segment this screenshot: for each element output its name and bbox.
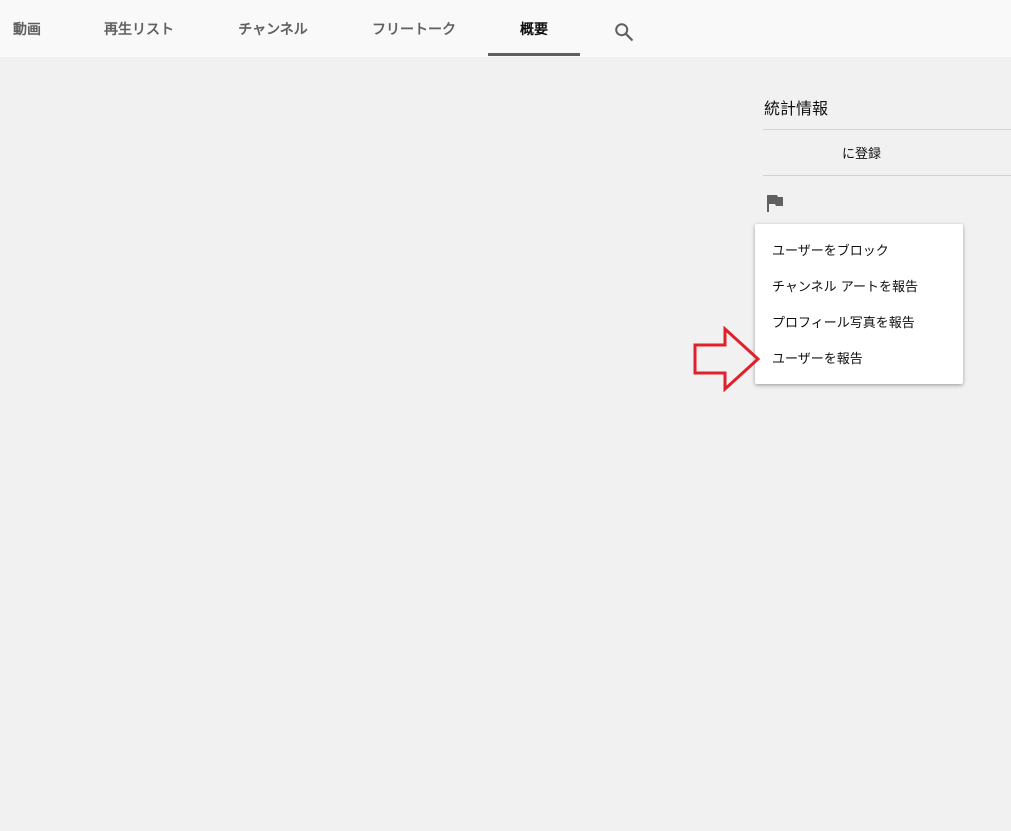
stats-divider-top (763, 129, 1011, 130)
stats-heading: 統計情報 (764, 99, 829, 118)
stats-divider-bottom (763, 175, 1011, 176)
arrow-right-icon (693, 326, 761, 392)
menu-item-report-profile-photo[interactable]: プロフィール写真を報告 (755, 303, 963, 339)
menu-item-block-user[interactable]: ユーザーをブロック (755, 231, 963, 267)
channel-about-page: 動画 再生リスト チャンネル フリートーク 概要 統計情報 に登録 ユーザーをブ… (0, 0, 1011, 831)
channel-tab-bar: 動画 再生リスト チャンネル フリートーク 概要 (0, 0, 1011, 57)
flag-icon (767, 195, 783, 212)
menu-item-report-user[interactable]: ユーザーを報告 (755, 339, 963, 375)
search-icon (615, 23, 633, 41)
tab-discussion[interactable]: フリートーク (360, 0, 468, 57)
channel-search-button[interactable] (610, 18, 638, 46)
report-flag-button[interactable] (764, 193, 786, 215)
tab-playlists[interactable]: 再生リスト (92, 0, 186, 57)
registered-date-text: に登録 (842, 147, 882, 162)
tab-about[interactable]: 概要 (488, 0, 580, 57)
report-dropdown-menu: ユーザーをブロック チャンネル アートを報告 プロフィール写真を報告 ユーザーを… (755, 224, 963, 384)
menu-item-report-channel-art[interactable]: チャンネル アートを報告 (755, 267, 963, 303)
active-tab-indicator (488, 53, 580, 56)
tab-videos[interactable]: 動画 (0, 0, 54, 57)
tab-channels[interactable]: チャンネル (226, 0, 320, 57)
